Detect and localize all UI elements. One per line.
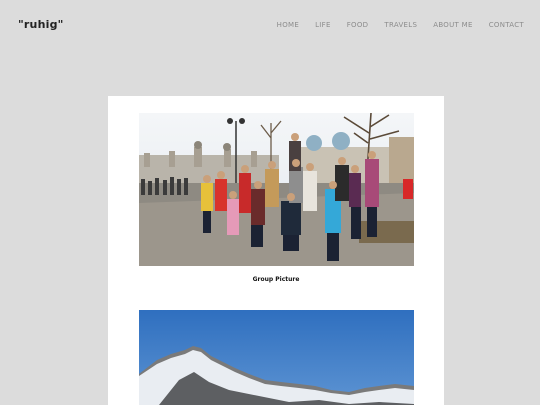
nav-about-me[interactable]: ABOUT ME xyxy=(433,21,472,29)
main-nav: HOME LIFE FOOD TRAVELS ABOUT ME CONTACT xyxy=(277,21,524,29)
photo-caption: Group Picture xyxy=(252,276,300,283)
nav-food[interactable]: FOOD xyxy=(347,21,369,29)
nav-life[interactable]: LIFE xyxy=(315,21,331,29)
post-card: Group Picture xyxy=(108,96,444,405)
nav-travels[interactable]: TRAVELS xyxy=(384,21,417,29)
group-photo[interactable] xyxy=(139,113,414,266)
site-logo[interactable]: "ruhig" xyxy=(18,18,64,31)
nav-contact[interactable]: CONTACT xyxy=(489,21,524,29)
mountain-photo[interactable] xyxy=(139,310,414,405)
nav-home[interactable]: HOME xyxy=(277,21,299,29)
